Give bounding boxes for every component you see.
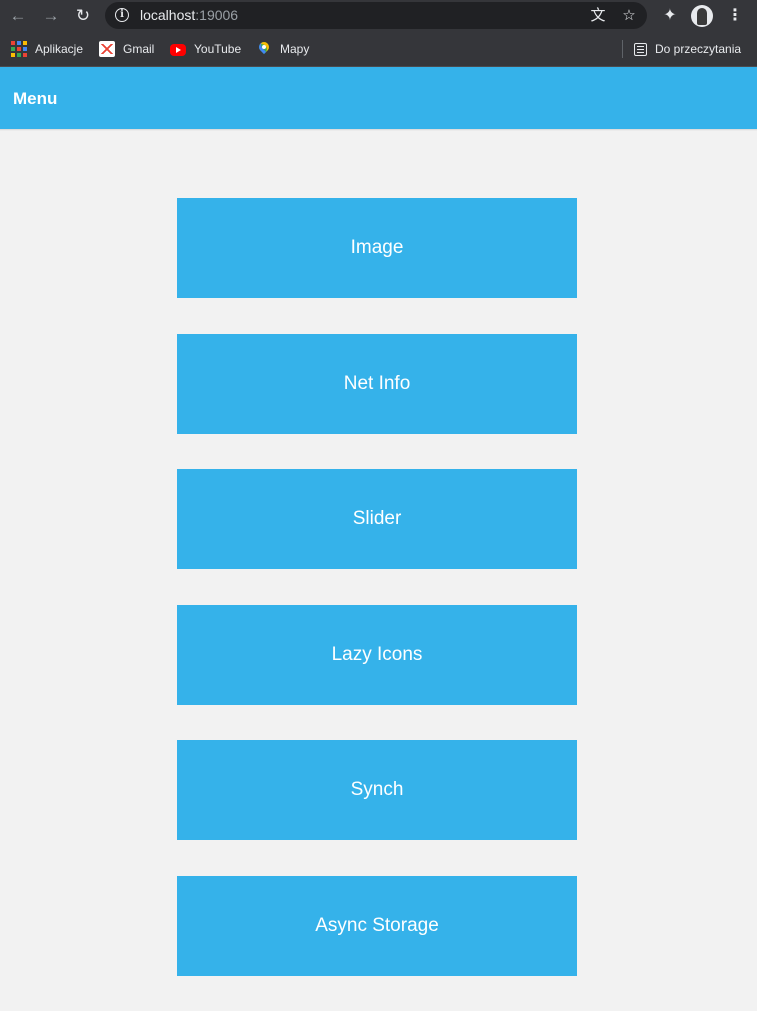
bookmark-label: YouTube bbox=[194, 42, 242, 56]
bookmark-label: Aplikacje bbox=[35, 42, 84, 56]
header-shadow bbox=[0, 129, 757, 131]
reading-list-icon bbox=[634, 42, 647, 56]
bookmarks-bar: Aplikacje Gmail YouTube Mapy Do przeczyt… bbox=[0, 32, 757, 67]
gmail-icon bbox=[99, 41, 115, 57]
page-title: Menu bbox=[13, 89, 58, 108]
slider-button[interactable]: Slider bbox=[177, 469, 577, 569]
net-info-button[interactable]: Net Info bbox=[177, 333, 577, 434]
menu-list: Image Net Info Slider Lazy Icons Synch A… bbox=[177, 198, 577, 1011]
more-menu-icon[interactable]: ⋮ bbox=[725, 6, 745, 26]
forward-arrow-icon[interactable]: → bbox=[41, 6, 61, 26]
translate-icon[interactable]: 文 bbox=[589, 7, 607, 25]
star-bookmark-icon[interactable]: ☆ bbox=[620, 7, 638, 25]
extensions-puzzle-icon[interactable]: ✦ bbox=[660, 6, 680, 26]
profile-avatar[interactable] bbox=[691, 5, 713, 27]
reload-icon[interactable]: ↻ bbox=[73, 6, 93, 26]
url-host: localhost bbox=[140, 7, 196, 23]
reading-list-label: Do przeczytania bbox=[655, 42, 742, 56]
app-header: Menu bbox=[0, 67, 757, 129]
address-bar[interactable]: i localhost:19006 文 ☆ bbox=[105, 2, 647, 29]
bookmark-youtube[interactable]: YouTube bbox=[170, 40, 241, 58]
youtube-icon bbox=[170, 44, 186, 56]
browser-toolbar: ← → ↻ i localhost:19006 文 ☆ ✦ ⋮ bbox=[0, 0, 757, 32]
bookmark-label: Gmail bbox=[123, 42, 155, 56]
bookmark-maps[interactable]: Mapy bbox=[256, 40, 309, 58]
maps-icon bbox=[256, 41, 272, 57]
url-text[interactable]: localhost:19006 bbox=[140, 7, 238, 23]
async-storage-button[interactable]: Async Storage bbox=[177, 875, 577, 976]
bookmark-label: Mapy bbox=[280, 42, 310, 56]
lazy-icons-button[interactable]: Lazy Icons bbox=[177, 604, 577, 705]
bookmarks-divider bbox=[622, 40, 623, 58]
reading-list-button[interactable]: Do przeczytania bbox=[634, 40, 741, 58]
site-info-icon[interactable]: i bbox=[115, 8, 129, 22]
synch-button[interactable]: Synch bbox=[177, 740, 577, 840]
bookmark-apps[interactable]: Aplikacje bbox=[11, 40, 83, 58]
url-port: :19006 bbox=[195, 7, 239, 23]
apps-grid-icon bbox=[11, 41, 27, 57]
image-button[interactable]: Image bbox=[177, 198, 577, 298]
bookmark-gmail[interactable]: Gmail bbox=[99, 40, 154, 58]
back-arrow-icon[interactable]: ← bbox=[8, 6, 28, 26]
